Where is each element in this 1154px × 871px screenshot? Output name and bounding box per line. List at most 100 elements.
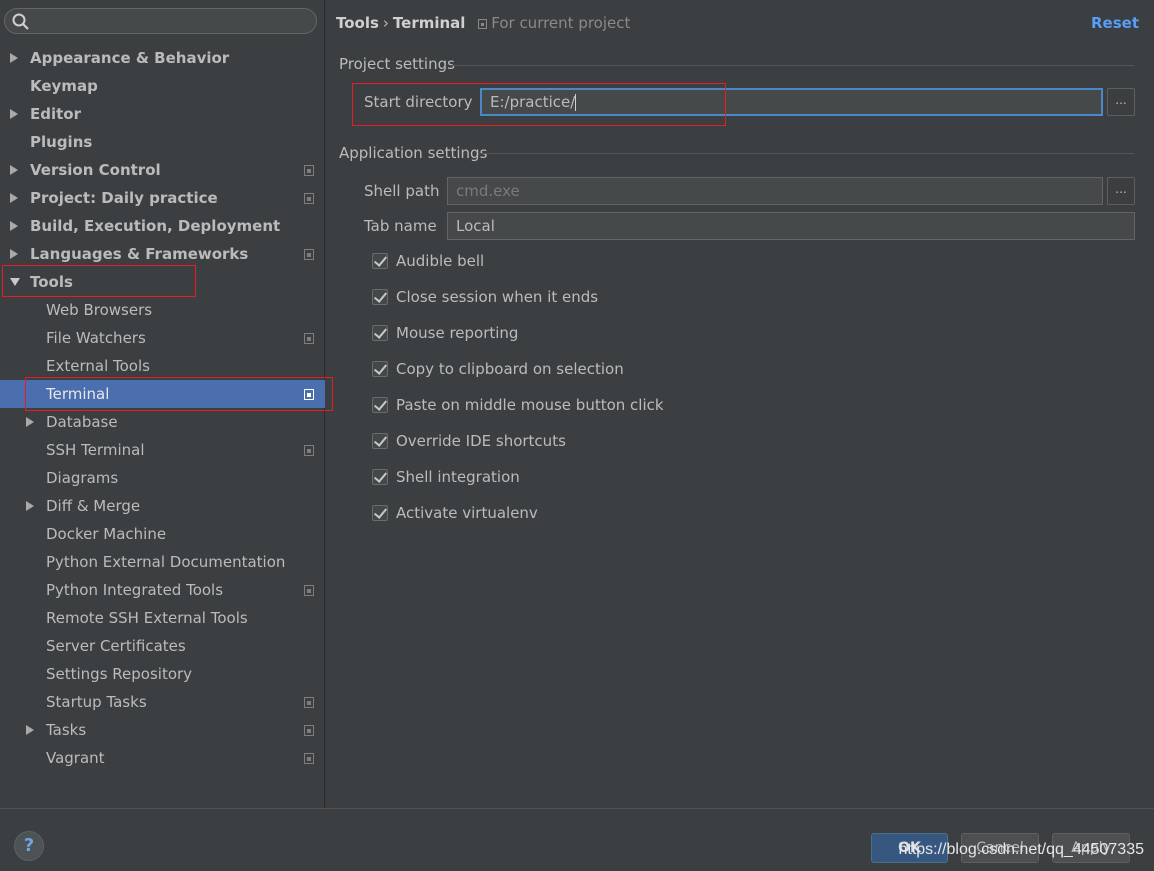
sidebar-item-label: Vagrant [46,749,105,767]
sidebar-item-startup-tasks[interactable]: Startup Tasks [0,688,325,716]
sidebar-item-project-daily-practice[interactable]: Project: Daily practice [0,184,325,212]
checkbox-checked-icon[interactable] [372,397,388,413]
project-scope-icon [304,193,314,204]
sidebar-item-keymap[interactable]: Keymap [0,72,325,100]
collapsed-arrow-icon[interactable] [10,193,18,203]
project-scope-icon [304,165,314,176]
sidebar-item-remote-ssh-external-tools[interactable]: Remote SSH External Tools [0,604,325,632]
sidebar-item-label: Languages & Frameworks [30,245,249,263]
sidebar-item-label: Web Browsers [46,301,153,319]
checkbox-label: Paste on middle mouse button click [396,396,664,414]
sidebar-item-label: Tasks [46,721,87,739]
breadcrumb-current: Terminal [392,14,466,32]
sidebar-item-plugins[interactable]: Plugins [0,128,325,156]
sidebar-item-label: Version Control [30,161,161,179]
sidebar-item-label: Appearance & Behavior [30,49,230,67]
shell-path-browse-button[interactable]: ... [1107,177,1135,205]
start-directory-label: Start directory [364,93,473,111]
checkbox-checked-icon[interactable] [372,253,388,269]
search-icon [12,13,29,30]
sidebar-item-tasks[interactable]: Tasks [0,716,325,744]
settings-sidebar: Appearance & Behavior Keymap Editor Plugins… [0,0,325,808]
sidebar-item-languages-and-frameworks[interactable]: Languages & Frameworks [0,240,325,268]
checkbox-label: Override IDE shortcuts [396,432,566,450]
sidebar-item-label: File Watchers [46,329,146,347]
application-settings-divider [479,153,1134,154]
sidebar-item-editor[interactable]: Editor [0,100,325,128]
collapsed-arrow-icon[interactable] [26,417,34,427]
collapsed-arrow-icon[interactable] [10,53,18,63]
tab-name-value: Local [456,217,495,235]
search-input[interactable] [33,11,308,31]
sidebar-item-python-integrated-tools[interactable]: Python Integrated Tools [0,576,325,604]
shell-path-label: Shell path [364,182,440,200]
checkbox-checked-icon[interactable] [372,361,388,377]
settings-tree: Appearance & Behavior Keymap Editor Plugins… [0,44,325,772]
sidebar-item-database[interactable]: Database [0,408,325,436]
start-directory-input[interactable]: E:/practice/ [480,88,1103,116]
sidebar-item-diagrams[interactable]: Diagrams [0,464,325,492]
sidebar-item-label: SSH Terminal [46,441,145,459]
sidebar-item-appearance-and-behavior[interactable]: Appearance & Behavior [0,44,325,72]
start-directory-browse-button[interactable]: ... [1107,88,1135,116]
collapsed-arrow-icon[interactable] [26,725,34,735]
project-scope-icon [478,19,488,29]
settings-dialog: Appearance & Behavior Keymap Editor Plugins… [0,0,1154,871]
dialog-footer: ? OK Cancel Apply https://blog.csdn.net/… [0,808,1154,871]
checkbox-checked-icon[interactable] [372,325,388,341]
sidebar-item-label: Settings Repository [46,665,193,683]
sidebar-item-docker-machine[interactable]: Docker Machine [0,520,325,548]
sidebar-item-vagrant[interactable]: Vagrant [0,744,325,772]
sidebar-item-python-external-documentation[interactable]: Python External Documentation [0,548,325,576]
sidebar-item-build-execution-deployment[interactable]: Build, Execution, Deployment [0,212,325,240]
checkbox-label: Audible bell [396,252,485,270]
sidebar-item-label: Keymap [30,77,98,95]
settings-search-field[interactable] [4,8,317,34]
sidebar-item-diff-and-merge[interactable]: Diff & Merge [0,492,325,520]
project-scope-icon [304,697,314,708]
checkbox-label: Copy to clipboard on selection [396,360,624,378]
collapsed-arrow-icon[interactable] [10,221,18,231]
sidebar-item-version-control[interactable]: Version Control [0,156,325,184]
tab-name-input[interactable]: Local [447,212,1135,240]
project-settings-title: Project settings [339,55,455,73]
expanded-arrow-icon[interactable] [10,278,20,286]
sidebar-item-label: Diagrams [46,469,119,487]
project-scope-icon [304,445,314,456]
collapsed-arrow-icon[interactable] [10,109,18,119]
sidebar-item-label: Server Certificates [46,637,186,655]
collapsed-arrow-icon[interactable] [26,501,34,511]
sidebar-item-terminal[interactable]: Terminal [0,380,325,408]
checkbox-checked-icon[interactable] [372,469,388,485]
project-scope-icon [304,249,314,260]
text-caret [575,94,577,111]
shell-path-input[interactable]: cmd.exe [447,177,1103,205]
checkbox-checked-icon[interactable] [372,433,388,449]
help-button[interactable]: ? [14,831,44,861]
sidebar-item-label: Database [46,413,118,431]
watermark-text: https://blog.csdn.net/qq_44507335 [898,841,1144,858]
scope-indicator: For current project [478,14,630,32]
application-settings-title: Application settings [339,144,488,162]
sidebar-item-label: Python External Documentation [46,553,286,571]
sidebar-item-label: Project: Daily practice [30,189,218,207]
sidebar-item-settings-repository[interactable]: Settings Repository [0,660,325,688]
project-scope-icon [304,753,314,764]
shell-path-placeholder: cmd.exe [456,182,520,200]
sidebar-item-tools[interactable]: Tools [0,268,325,296]
collapsed-arrow-icon[interactable] [10,249,18,259]
tab-name-label: Tab name [364,217,437,235]
project-scope-icon [304,725,314,736]
sidebar-item-server-certificates[interactable]: Server Certificates [0,632,325,660]
sidebar-item-external-tools[interactable]: External Tools [0,352,325,380]
sidebar-item-ssh-terminal[interactable]: SSH Terminal [0,436,325,464]
sidebar-item-web-browsers[interactable]: Web Browsers [0,296,325,324]
checkbox-checked-icon[interactable] [372,505,388,521]
checkbox-checked-icon[interactable] [372,289,388,305]
collapsed-arrow-icon[interactable] [10,165,18,175]
sidebar-item-label: External Tools [46,357,150,375]
sidebar-item-file-watchers[interactable]: File Watchers [0,324,325,352]
project-scope-icon [304,333,314,344]
sidebar-item-label: Plugins [30,133,93,151]
reset-link[interactable]: Reset [1091,12,1139,34]
